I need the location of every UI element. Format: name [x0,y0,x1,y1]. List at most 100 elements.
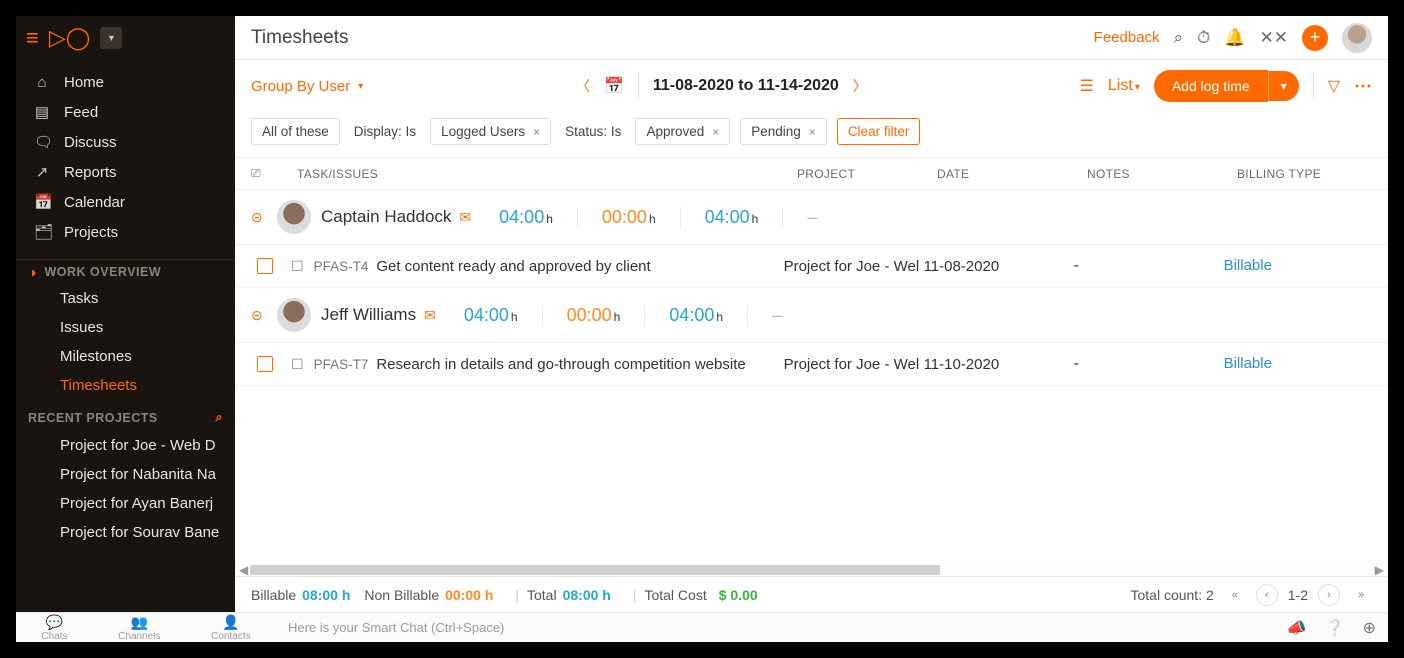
sidebar-item-calendar[interactable]: 📅Calendar [16,187,235,217]
view-dropdown[interactable]: List [1108,77,1140,95]
recent-project[interactable]: Project for Joe - Web D [16,431,235,460]
filter-icon[interactable]: ▽ [1328,76,1340,96]
tools-icon[interactable]: ✕✕ [1260,28,1289,48]
group-by-dropdown[interactable]: Group By User [251,78,363,95]
sidebar-sub-issues[interactable]: Issues [16,313,235,342]
table-row[interactable]: ☐PFAS-T7Research in details and go-throu… [235,343,1388,386]
chip-all[interactable]: All of these [251,118,340,145]
row-date: 11-08-2020 [924,258,1074,275]
sidebar-dropdown[interactable]: ▾ [100,27,122,49]
page-prev-icon[interactable]: ‹ [1256,584,1278,606]
sidebar-item-feed[interactable]: ▤Feed [16,97,235,127]
sidebar-sub-timesheets[interactable]: Timesheets [16,371,235,400]
feedback-link[interactable]: Feedback [1094,29,1160,46]
mail-icon[interactable]: ✉ [459,209,471,226]
discuss-icon: 🗨 [34,133,50,151]
separator [638,73,639,99]
sidebar-item-label: Projects [64,224,118,241]
column-billing: BILLING TYPE [1237,167,1372,181]
collapse-group-icon[interactable]: ⊝ [251,209,273,226]
search-icon[interactable]: ⌕ [1174,28,1184,48]
mail-icon[interactable]: ✉ [424,307,436,324]
chip-status-approved[interactable]: Approved× [635,118,730,145]
sidebar-item-label: Calendar [64,194,125,211]
hamburger-icon[interactable]: ≡ [26,25,39,51]
column-date: DATE [937,167,1087,181]
sidebar-item-discuss[interactable]: 🗨Discuss [16,127,235,157]
row-project: Project for Joe - Wel [784,356,924,373]
sidebar-sub-tasks[interactable]: Tasks [16,284,235,313]
column-project: PROJECT [797,167,937,181]
column-notes: NOTES [1087,167,1237,181]
logo-icon[interactable]: ▷◯ [49,25,91,51]
task-key: PFAS-T7 [314,357,369,372]
remove-icon[interactable]: × [533,125,540,139]
row-billing[interactable]: Billable [1224,257,1272,274]
date-next-icon[interactable]: 〉 [853,76,867,96]
bottom-contacts[interactable]: 👤Contacts [211,614,250,642]
group-billable: 04:00 [464,305,509,326]
zoom-icon[interactable]: ⊕ [1363,618,1376,638]
collapse-group-icon[interactable]: ⊝ [251,307,273,324]
group-hours: 04:00h00:00h04:00h– [464,305,806,326]
topbar: Timesheets Feedback ⌕ ⏱ 🔔 ✕✕ + [235,16,1388,60]
bottom-chats[interactable]: 💬Chats [41,614,67,642]
page-first-icon[interactable]: « [1224,584,1246,606]
calendar-icon[interactable]: 📅 [604,76,624,96]
scroll-left-icon[interactable]: ◀ [237,563,250,577]
summary-nonbillable: 00:00 h [445,587,493,603]
work-overview-header[interactable]: ◑ WORK OVERVIEW [16,259,235,284]
add-button[interactable]: + [1302,25,1328,51]
bottom-channels[interactable]: 👥Channels [118,614,160,642]
task-title: Get content ready and approved by client [376,258,650,275]
recent-project[interactable]: Project for Nabanita Na [16,460,235,489]
row-date: 11-10-2020 [924,356,1074,373]
date-prev-icon[interactable]: 〈 [576,76,590,96]
recent-project[interactable]: Project for Ayan Banerj [16,489,235,518]
user-avatar[interactable] [277,200,311,234]
user-avatar[interactable] [1342,23,1372,53]
group-row: ⊝Captain Haddock✉04:00h00:00h04:00h– [235,190,1388,245]
summary-cost-label: Total Cost [644,587,706,603]
add-log-button[interactable]: Add log time [1154,70,1268,102]
group-hours: 04:00h00:00h04:00h– [499,207,841,228]
bell-icon[interactable]: 🔔 [1224,28,1245,48]
task-key: PFAS-T4 [314,259,369,274]
row-billing[interactable]: Billable [1224,355,1272,372]
scroll-thumb[interactable] [250,565,939,575]
home-icon: ⌂ [34,74,50,91]
column-tool-icon[interactable]: ⎚ [251,166,287,181]
recent-project[interactable]: Project for Sourav Bane [16,518,235,547]
chip-status-pending[interactable]: Pending× [740,118,827,145]
page-last-icon[interactable]: » [1350,584,1372,606]
remove-icon[interactable]: × [809,125,816,139]
announce-icon[interactable]: 📣 [1287,618,1307,638]
recent-header: RECENT PROJECTS ⌕ [16,400,235,431]
row-checkbox[interactable] [257,356,273,372]
summary-total-label: Total [527,587,557,603]
user-avatar[interactable] [277,298,311,332]
sidebar-item-home[interactable]: ⌂Home [16,68,235,97]
add-log-dropdown[interactable]: ▾ [1268,71,1299,101]
date-range[interactable]: 11-08-2020 to 11-14-2020 [653,77,839,95]
summary-bar: Billable 08:00 h Non Billable 00:00 h | … [235,576,1388,612]
sidebar-item-reports[interactable]: ↗Reports [16,157,235,187]
smart-chat-input[interactable]: Here is your Smart Chat (Ctrl+Space) [276,620,1275,635]
sidebar-item-projects[interactable]: 🗂Projects [16,217,235,247]
group-total: 04:00 [705,207,750,228]
chip-display[interactable]: Logged Users× [430,118,551,145]
page-next-icon[interactable]: › [1318,584,1340,606]
timer-icon[interactable]: ⏱ [1197,28,1210,48]
more-icon[interactable]: ⋯ [1354,76,1372,97]
remove-icon[interactable]: × [712,125,719,139]
help-icon[interactable]: ❔ [1325,618,1345,638]
search-projects-icon[interactable]: ⌕ [215,410,223,425]
summary-nonbillable-label: Non Billable [364,587,439,603]
scroll-right-icon[interactable]: ▶ [1373,563,1386,577]
group-extra: – [807,207,817,228]
horizontal-scrollbar[interactable]: ◀ ▶ [235,564,1388,576]
table-row[interactable]: ☐PFAS-T4Get content ready and approved b… [235,245,1388,288]
clear-filter-button[interactable]: Clear filter [837,118,921,145]
row-checkbox[interactable] [257,258,273,274]
sidebar-sub-milestones[interactable]: Milestones [16,342,235,371]
